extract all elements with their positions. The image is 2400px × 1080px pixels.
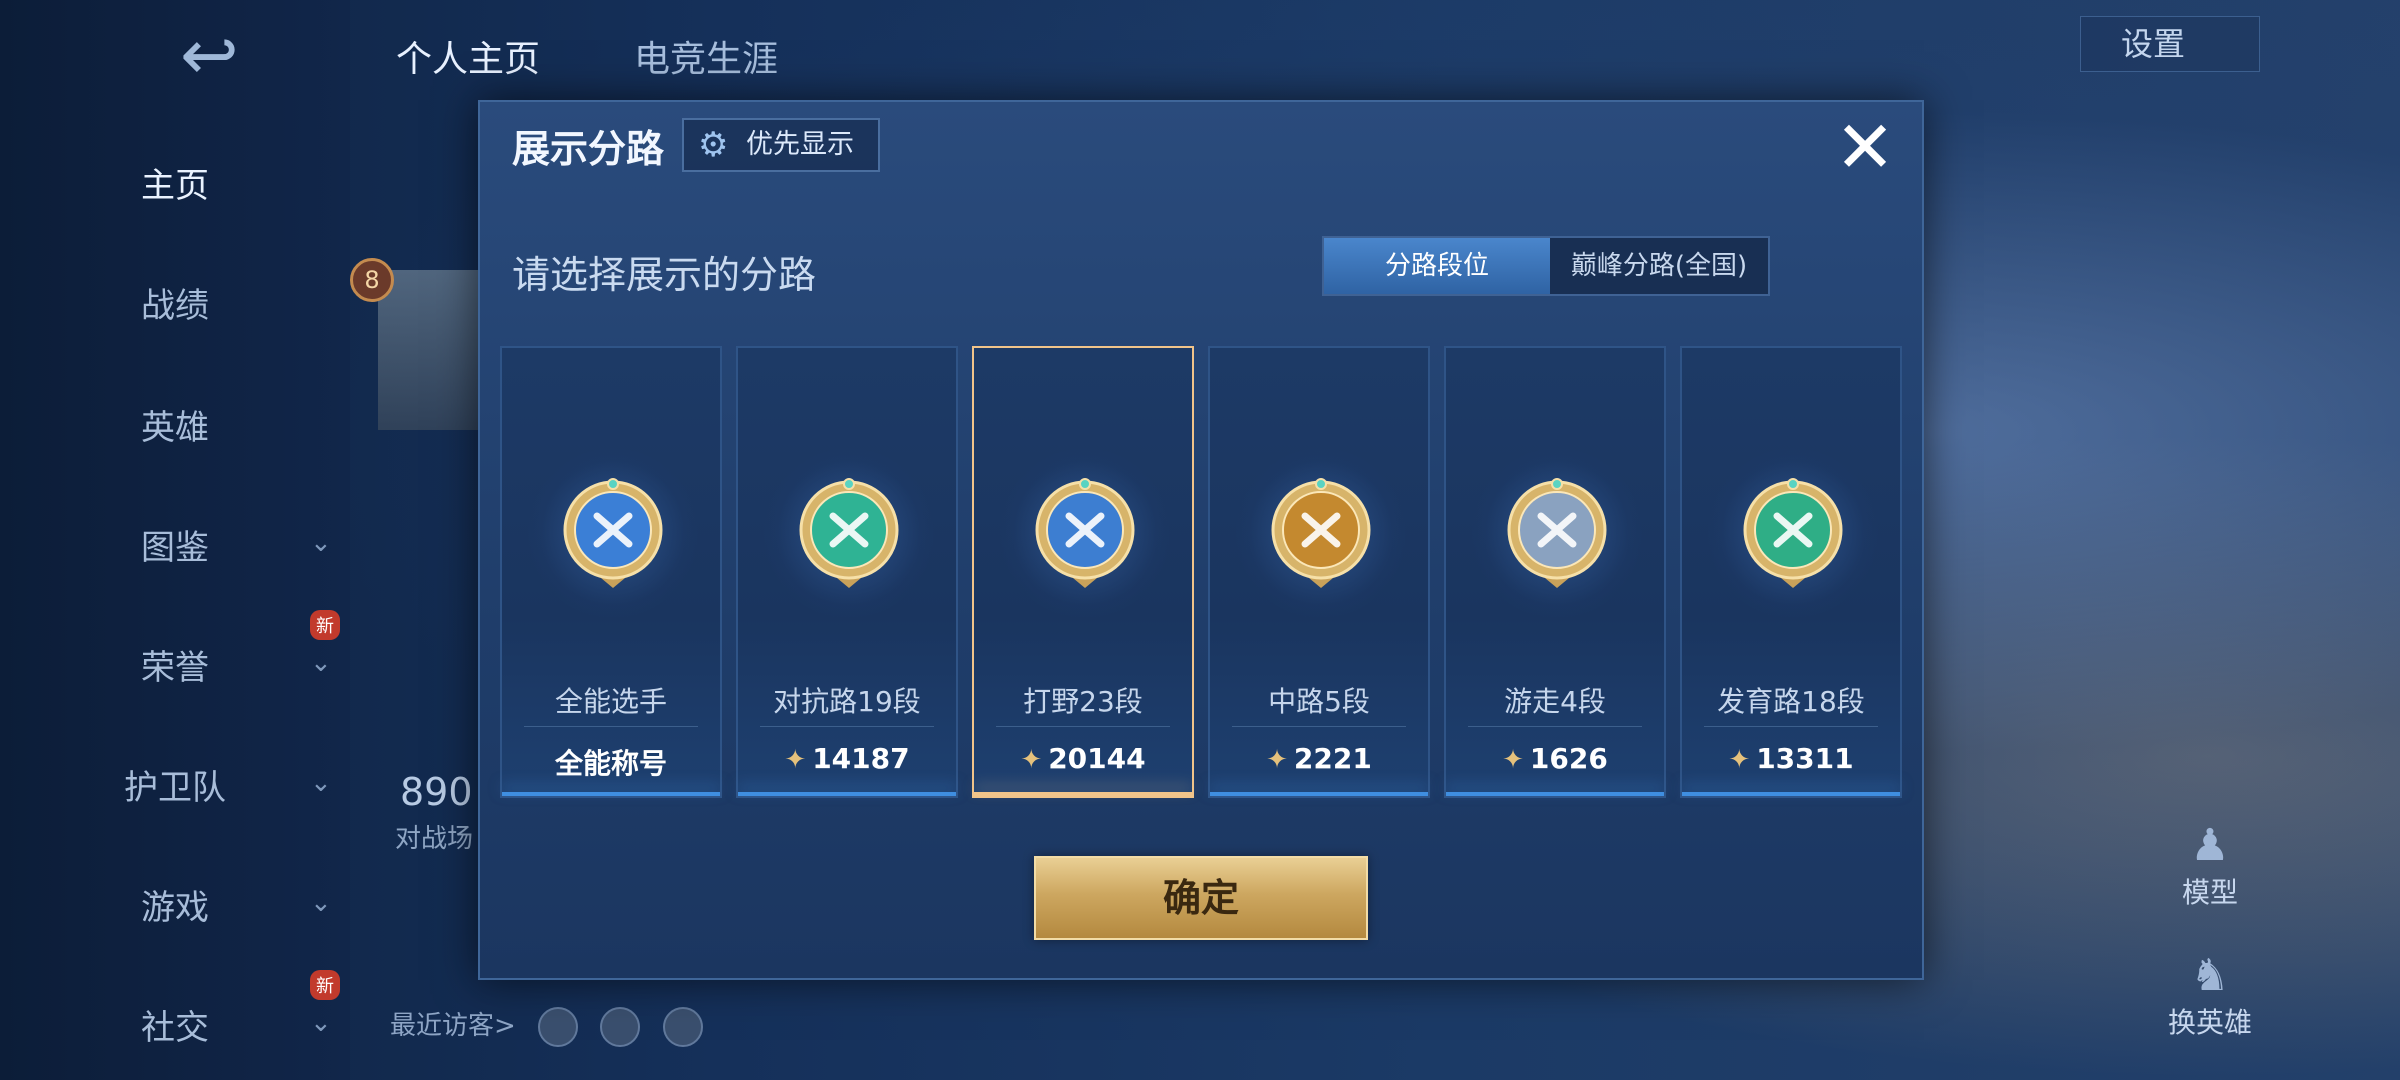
lane-emblem-icon xyxy=(563,478,663,588)
lane-emblem-icon xyxy=(1507,478,1607,588)
score-icon: ✦ xyxy=(1020,745,1043,775)
lane-score: ✦ 2221 xyxy=(1210,742,1428,775)
sidebar-item-record[interactable]: 战绩 xyxy=(0,278,350,327)
model-icon: ♟ xyxy=(2190,820,2230,871)
close-button[interactable]: ✕ xyxy=(1830,111,1900,183)
recent-visitors[interactable]: 最近访客> xyxy=(390,1005,703,1047)
visitor-avatar[interactable] xyxy=(600,1006,641,1047)
lane-name: 中路5段 xyxy=(1268,685,1370,718)
lane-name: 游走4段 xyxy=(1504,685,1606,718)
lane-rank-toggle: 分路段位 巅峰分路(全国) xyxy=(1322,236,1770,296)
score-icon: ✦ xyxy=(1502,745,1524,775)
chevron-down-icon: ⌄ xyxy=(310,768,332,798)
score-icon: ✦ xyxy=(1728,745,1751,775)
tab-lane-rank[interactable]: 分路段位 xyxy=(1324,238,1550,294)
card-clash-lane[interactable]: 对抗路19段 ✦ 14187 xyxy=(736,346,958,798)
sidebar-item-game[interactable]: 游戏 ⌄ xyxy=(0,880,350,929)
score-icon: ✦ xyxy=(784,745,807,775)
lane-emblem-icon xyxy=(1743,478,1843,588)
lane-score-value: 13311 xyxy=(1756,742,1854,775)
sidebar-item-home[interactable]: 主页 xyxy=(0,158,350,207)
divider xyxy=(1232,726,1406,727)
lane-score: 全能称号 xyxy=(502,742,720,782)
lane-score: ✦ 20144 xyxy=(974,742,1192,775)
confirm-button[interactable]: 确定 xyxy=(1034,856,1368,940)
lane-name: 发育路18段 xyxy=(1717,685,1865,718)
chevron-down-icon: ⌄ xyxy=(310,648,332,678)
new-badge: 新 xyxy=(310,970,340,1000)
settings-button[interactable]: 设置 xyxy=(2080,16,2260,72)
tab-peak-lane-national[interactable]: 巅峰分路(全国) xyxy=(1550,238,1768,294)
lane-score: ✦ 1626 xyxy=(1446,742,1664,775)
lane-emblem-icon xyxy=(799,478,899,588)
new-badge: 新 xyxy=(310,610,340,640)
visitor-avatar[interactable] xyxy=(538,1006,579,1047)
lane-name: 全能选手 xyxy=(554,685,667,718)
back-arrow-icon[interactable]: ↩ xyxy=(180,20,280,90)
modal-subtitle: 请选择展示的分路 xyxy=(512,253,817,297)
card-jungle[interactable]: 打野23段 ✦ 20144 xyxy=(972,346,1194,798)
sidebar-item-heroes[interactable]: 英雄 xyxy=(0,400,350,449)
card-all-round[interactable]: 全能选手 全能称号 xyxy=(500,346,722,798)
card-roam[interactable]: 游走4段 ✦ 1626 xyxy=(1444,346,1666,798)
divider xyxy=(1468,726,1642,727)
sidebar-item-collection[interactable]: 图鉴 ⌄ xyxy=(0,520,350,569)
tab-profile[interactable]: 个人主页 xyxy=(396,30,540,82)
lane-name: 对抗路19段 xyxy=(773,685,921,718)
lane-score-value: 1626 xyxy=(1529,742,1608,775)
divider xyxy=(996,726,1170,727)
divider xyxy=(1704,726,1878,727)
sidebar-item-social[interactable]: 社交新 ⌄ xyxy=(0,970,350,1049)
match-count-label: 对战场 xyxy=(395,824,474,854)
lane-name: 打野23段 xyxy=(1023,685,1143,718)
sidebar: ↩ 主页 战绩 英雄 图鉴 ⌄ 荣誉新 ⌄ 护卫队 ⌄ 游戏 ⌄ 社交新 ⌄ xyxy=(0,0,350,1080)
chevron-down-icon: ⌄ xyxy=(310,1008,332,1038)
swap-hero-button[interactable]: ♞ 换英雄 xyxy=(2150,950,2270,1041)
lane-score: ✦ 13311 xyxy=(1682,742,1900,775)
lane-score-value: 全能称号 xyxy=(554,747,667,780)
lane-cards: 全能选手 全能称号 对抗路19段 ✦ 14187 打野23段 ✦ 20144 中路5段 ✦ 2221… xyxy=(500,346,1906,798)
divider xyxy=(760,726,934,727)
card-farm-lane[interactable]: 发育路18段 ✦ 13311 xyxy=(1680,346,1902,798)
visitor-avatar[interactable] xyxy=(662,1006,703,1047)
sidebar-item-honor[interactable]: 荣誉新 ⌄ xyxy=(0,610,350,689)
tab-esports-career[interactable]: 电竞生涯 xyxy=(634,30,778,82)
lane-score-value: 14187 xyxy=(812,742,910,775)
lane-score-value: 20144 xyxy=(1048,742,1146,775)
lane-score-value: 2221 xyxy=(1293,742,1372,775)
model-button[interactable]: ♟ 模型 xyxy=(2150,820,2270,911)
gear-icon: ⚙ xyxy=(698,125,729,165)
card-mid-lane[interactable]: 中路5段 ✦ 2221 xyxy=(1208,346,1430,798)
lane-display-modal: 展示分路 ⚙ 优先显示 ✕ 请选择展示的分路 分路段位 巅峰分路(全国) 全能选… xyxy=(478,100,1924,980)
priority-display-button[interactable]: ⚙ 优先显示 xyxy=(682,118,880,172)
sidebar-item-guard-team[interactable]: 护卫队 ⌄ xyxy=(0,760,350,809)
chevron-down-icon: ⌄ xyxy=(310,528,332,558)
level-badge: 8 xyxy=(350,258,394,302)
match-count: 890 xyxy=(400,770,473,814)
divider xyxy=(524,726,698,727)
lane-emblem-icon xyxy=(1271,478,1371,588)
lane-emblem-icon xyxy=(1035,478,1135,588)
swap-hero-icon: ♞ xyxy=(2190,950,2230,1001)
modal-title: 展示分路 xyxy=(512,127,665,171)
score-icon: ✦ xyxy=(1266,745,1288,775)
chevron-down-icon: ⌄ xyxy=(310,888,332,918)
lane-score: ✦ 14187 xyxy=(738,742,956,775)
